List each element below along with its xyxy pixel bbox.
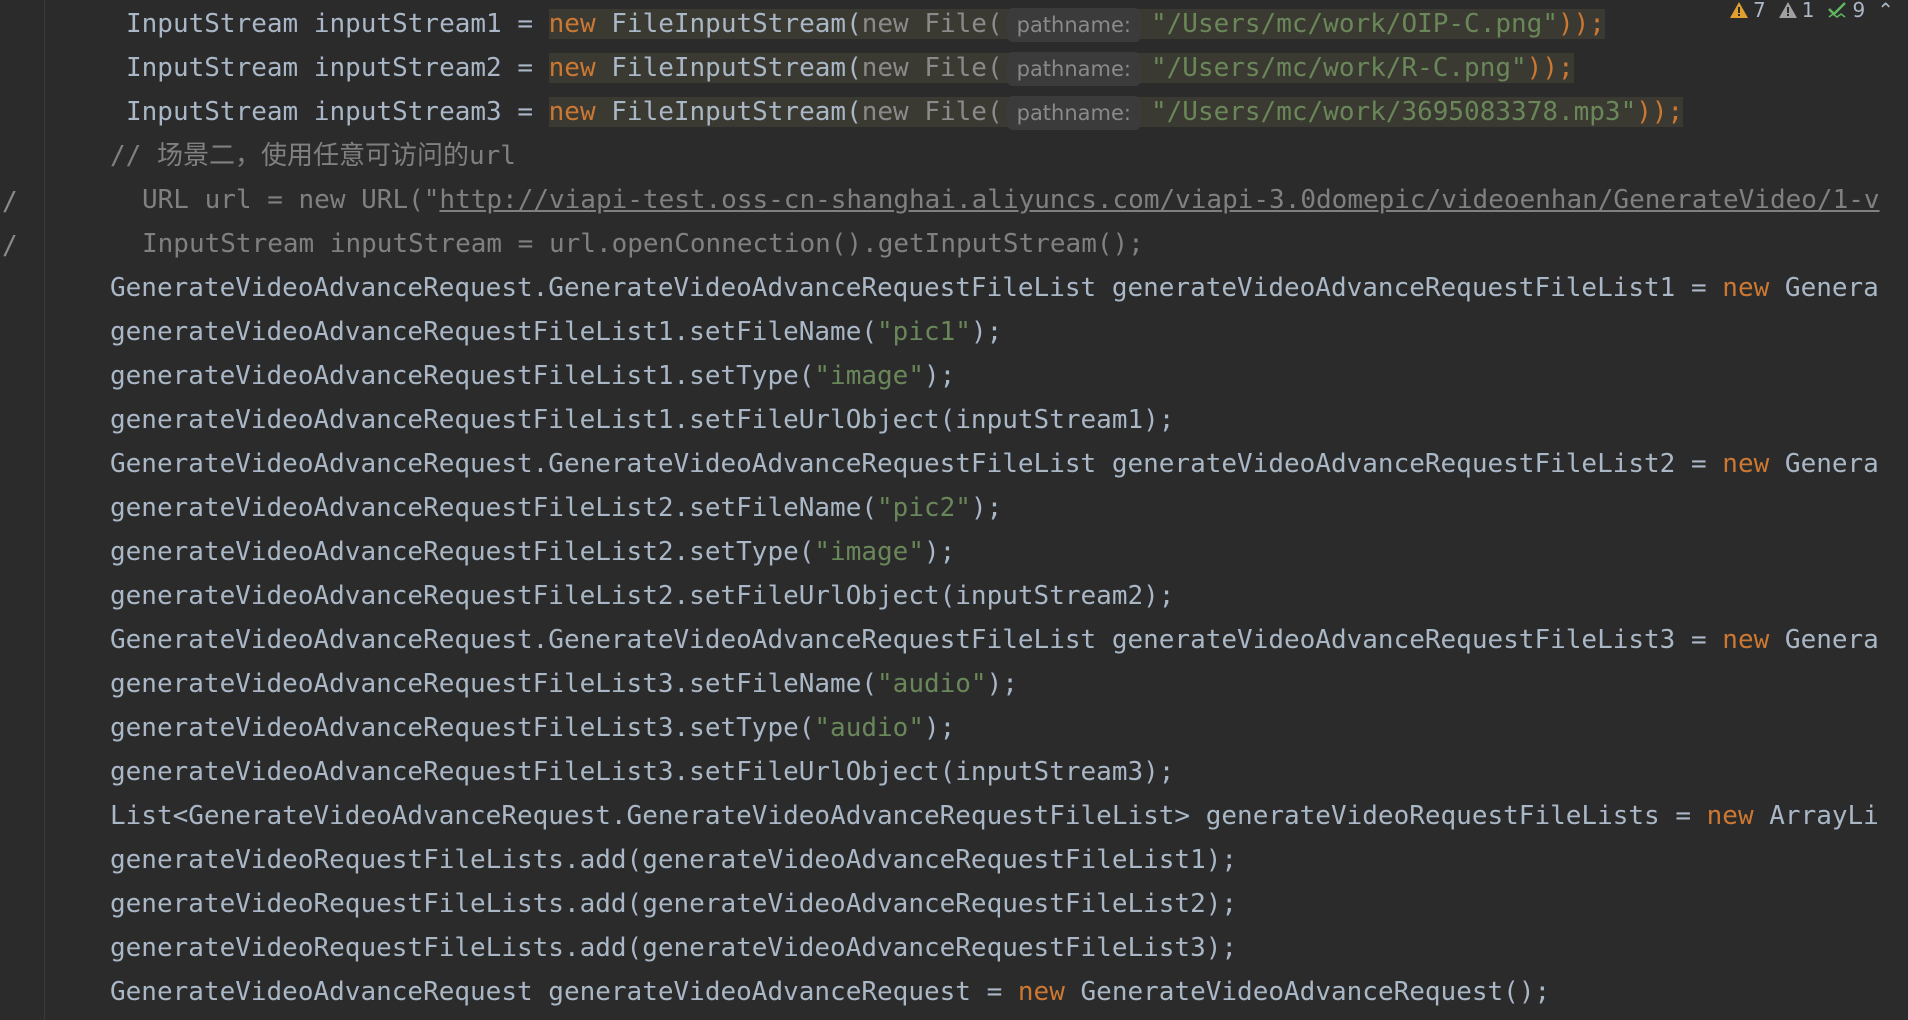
code-line: generateVideoAdvanceRequestFileList2.set… [110,530,955,574]
keyword: new [1722,449,1770,479]
code-text: ArrayLi [1753,801,1879,831]
string-literal: "/Users/mc/work/R-C.png" [1150,53,1527,83]
code-text: GenerateVideoAdvanceRequest(); [1064,977,1551,1007]
string-literal: "pic2" [877,493,971,523]
code-text: InputStream inputStream2 = [126,53,549,83]
code-text: Genera [1769,273,1879,303]
code-line: GenerateVideoAdvanceRequest.GenerateVide… [110,442,1879,486]
code-line: List<GenerateVideoAdvanceRequest.Generat… [110,794,1879,838]
code-text: generateVideoAdvanceRequestFileList3.set… [110,713,815,743]
code-text: URL url = new URL(" [142,185,440,215]
code-text: FileInputStream( [595,9,862,39]
code-line: GenerateVideoAdvanceRequest generateVide… [110,970,1550,1014]
keyword: new [1722,625,1770,655]
code-text: ); [970,493,1003,523]
keyword: new [1706,801,1754,831]
code-text: Genera [1769,625,1879,655]
code-line: generateVideoRequestFileLists.add(genera… [110,889,1238,919]
string-literal: "image" [814,537,924,567]
code-text: new File( [861,53,1003,83]
code-text: InputStream inputStream3 = [126,97,549,127]
string-literal: "audio" [877,669,987,699]
code-line: generateVideoAdvanceRequestFileList1.set… [110,354,955,398]
code-text: ); [923,713,956,743]
keyword: new [1017,977,1065,1007]
code-text: GenerateVideoAdvanceRequest.GenerateVide… [110,449,1723,479]
code-line: generateVideoRequestFileLists.add(genera… [110,845,1238,875]
code-line: generateVideoAdvanceRequestFileList3.set… [110,706,955,750]
code-text: generateVideoAdvanceRequestFileList1.set… [110,361,815,391]
keyword: new [1722,273,1770,303]
code-line: generateVideoAdvanceRequestFileList1.set… [110,310,1002,354]
selection-highlight: new FileInputStream(new File(pathname: "/… [548,95,1684,130]
code-text: generateVideoAdvanceRequestFileList3.set… [110,669,878,699]
code-text: GenerateVideoAdvanceRequest generateVide… [110,977,1018,1007]
code-text: Genera [1769,449,1879,479]
selection-highlight: new FileInputStream(new File(pathname: "/… [548,51,1574,86]
code-text: InputStream inputStream1 = [126,9,549,39]
selection-highlight: new FileInputStream(new File(pathname: "/… [548,7,1605,42]
code-text: )); [1557,9,1605,39]
code-line: generateVideoAdvanceRequestFileList3.set… [110,757,1175,787]
code-text: ); [970,317,1003,347]
string-literal: "/Users/mc/work/3695083378.mp3" [1150,97,1637,127]
code-line: GenerateVideoAdvanceRequest.GenerateVide… [110,618,1879,662]
keyword: new [548,97,596,127]
keyword: new [548,53,596,83]
code-text: generateVideoAdvanceRequestFileList2.set… [110,493,878,523]
code-line: InputStream inputStream3 = new FileInput… [126,90,1684,134]
code-line: generateVideoAdvanceRequestFileList2.set… [110,486,1002,530]
code-line: generateVideoAdvanceRequestFileList2.set… [110,581,1175,611]
code-text: )); [1636,97,1684,127]
code-text: ); [986,669,1018,699]
url-link[interactable]: http://viapi-test.oss-cn-shanghai.aliyun… [439,185,1879,215]
code-line: InputStream inputStream = url.openConnec… [142,229,1144,259]
code-editor[interactable]: InputStream inputStream1 = new FileInput… [0,0,1908,1020]
code-text: List<GenerateVideoAdvanceRequest.Generat… [110,801,1707,831]
code-text: generateVideoAdvanceRequestFileList2.set… [110,537,815,567]
code-text: ); [923,361,956,391]
code-line: GenerateVideoAdvanceRequest.GenerateVide… [110,266,1879,310]
code-text: ); [923,537,956,567]
code-text: generateVideoAdvanceRequestFileList1.set… [110,317,878,347]
code-line: InputStream inputStream2 = new FileInput… [126,46,1574,90]
code-text: FileInputStream( [595,97,862,127]
string-literal: "pic1" [877,317,971,347]
code-line: generateVideoAdvanceRequestFileList1.set… [110,405,1175,435]
parameter-hint: pathname: [1006,7,1141,42]
parameter-hint: pathname: [1006,51,1141,86]
code-text: )); [1526,53,1574,83]
code-text: GenerateVideoAdvanceRequest.GenerateVide… [110,273,1723,303]
code-text: FileInputStream( [595,53,862,83]
code-text: GenerateVideoAdvanceRequest.GenerateVide… [110,625,1723,655]
string-literal: "audio" [814,713,924,743]
code-line: URL url = new URL("http://viapi-test.oss… [142,178,1880,222]
string-literal: "image" [814,361,924,391]
code-text: new File( [861,97,1003,127]
parameter-hint: pathname: [1006,95,1141,130]
code-comment: // 场景二，使用任意可访问的url [110,141,516,171]
code-line: generateVideoRequestFileLists.add(genera… [110,933,1238,963]
code-line: generateVideoAdvanceRequestFileList3.set… [110,662,1018,706]
keyword: new [548,9,596,39]
code-line: InputStream inputStream1 = new FileInput… [126,2,1605,46]
code-text: new File( [861,9,1003,39]
string-literal: "/Users/mc/work/OIP-C.png" [1150,9,1558,39]
